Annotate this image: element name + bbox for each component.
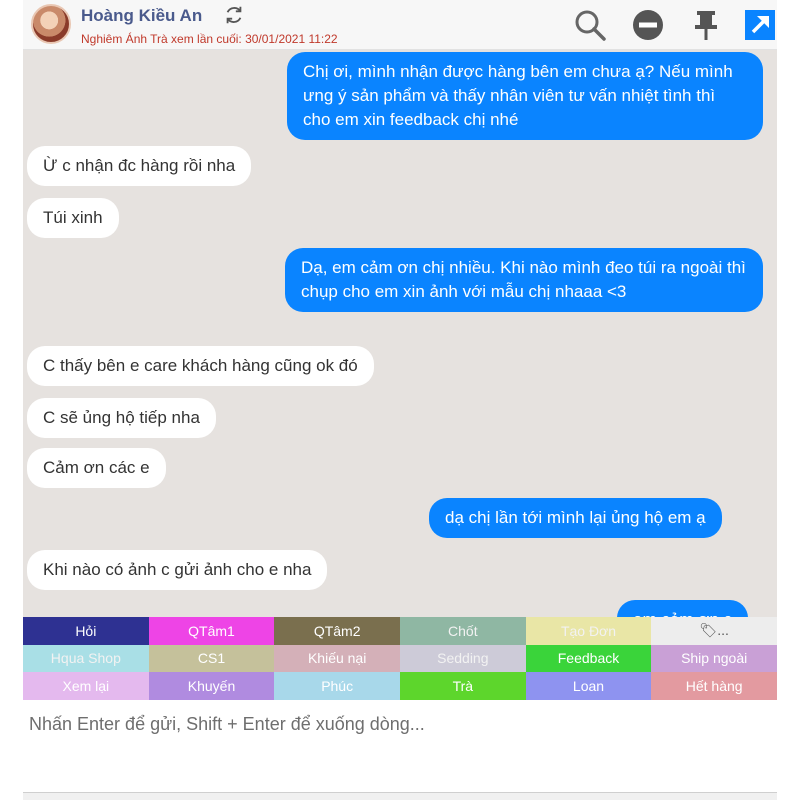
message-bubble-incoming[interactable]: C thấy bên e care khách hàng cũng ok đó xyxy=(27,346,374,386)
last-seen-text: Nghiêm Ánh Trà xem lần cuối: 30/01/2021 … xyxy=(81,32,338,46)
tag-hoi[interactable]: Hỏi xyxy=(23,617,149,645)
tag-sedding[interactable]: Sedding xyxy=(399,644,526,673)
block-icon[interactable] xyxy=(631,8,665,42)
chat-window: Hoàng Kiều An Nghiêm Ánh Trà xem lần cuố… xyxy=(23,0,777,800)
bottom-toolbar xyxy=(23,792,777,800)
tag-loan[interactable]: Loan xyxy=(525,672,652,700)
tag-chot[interactable]: Chốt xyxy=(399,617,526,645)
search-icon[interactable] xyxy=(573,8,607,42)
message-bubble-outgoing[interactable]: em cảm ơn c xyxy=(617,600,749,617)
message-input[interactable] xyxy=(23,700,777,792)
tag-khuyen[interactable]: Khuyến xyxy=(148,672,275,700)
tag-tra[interactable]: Trà xyxy=(399,672,526,700)
message-bubble-incoming[interactable]: Ừ c nhận đc hàng rồi nha xyxy=(27,146,252,186)
pin-icon[interactable] xyxy=(689,8,723,42)
tag-qtam1[interactable]: QTâm1 xyxy=(148,617,275,645)
tag-tao-don[interactable]: Tạo Đơn xyxy=(525,617,652,645)
tag-het-hang[interactable]: Hết hàng xyxy=(651,672,777,700)
message-bubble-outgoing[interactable]: Chị ơi, mình nhận được hàng bên em chưa … xyxy=(287,52,763,140)
tag-cs1[interactable]: CS1 xyxy=(148,644,275,673)
tag-khieu-nai[interactable]: Khiếu nại xyxy=(274,644,400,673)
message-composer xyxy=(23,700,777,792)
message-bubble-incoming[interactable]: Cảm ơn các e xyxy=(27,448,166,488)
contact-name[interactable]: Hoàng Kiều An xyxy=(81,6,202,26)
message-bubble-outgoing[interactable]: Dạ, em cảm ơn chị nhiều. Khi nào mình đe… xyxy=(285,248,763,312)
tag-feedback[interactable]: Feedback xyxy=(525,644,652,673)
tag-more-icon[interactable]: 🏷... xyxy=(651,617,777,645)
tag-xem-lai[interactable]: Xem lại xyxy=(23,672,149,700)
tag-phuc[interactable]: Phúc xyxy=(274,672,400,700)
open-external-icon[interactable] xyxy=(743,8,777,42)
message-bubble-incoming[interactable]: C sẽ ủng hộ tiếp nha xyxy=(27,398,216,438)
refresh-icon[interactable] xyxy=(223,4,245,26)
tag-qtam2[interactable]: QTâm2 xyxy=(274,617,400,645)
tag-ship-ngoai[interactable]: Ship ngoài xyxy=(651,644,777,673)
message-bubble-outgoing[interactable]: dạ chị lần tới mình lại ủng hộ em ạ xyxy=(429,498,722,538)
message-bubble-incoming[interactable]: Khi nào có ảnh c gửi ảnh cho e nha xyxy=(27,550,328,590)
chat-header: Hoàng Kiều An Nghiêm Ánh Trà xem lần cuố… xyxy=(23,0,777,50)
message-list[interactable]: Chị ơi, mình nhận được hàng bên em chưa … xyxy=(23,50,777,617)
message-bubble-incoming[interactable]: Túi xinh xyxy=(27,198,119,238)
avatar[interactable] xyxy=(31,4,71,44)
quick-reply-tags: Hỏi QTâm1 QTâm2 Chốt Tạo Đơn 🏷... Hqua S… xyxy=(23,617,777,700)
tag-hqua-shop[interactable]: Hqua Shop xyxy=(23,644,149,673)
